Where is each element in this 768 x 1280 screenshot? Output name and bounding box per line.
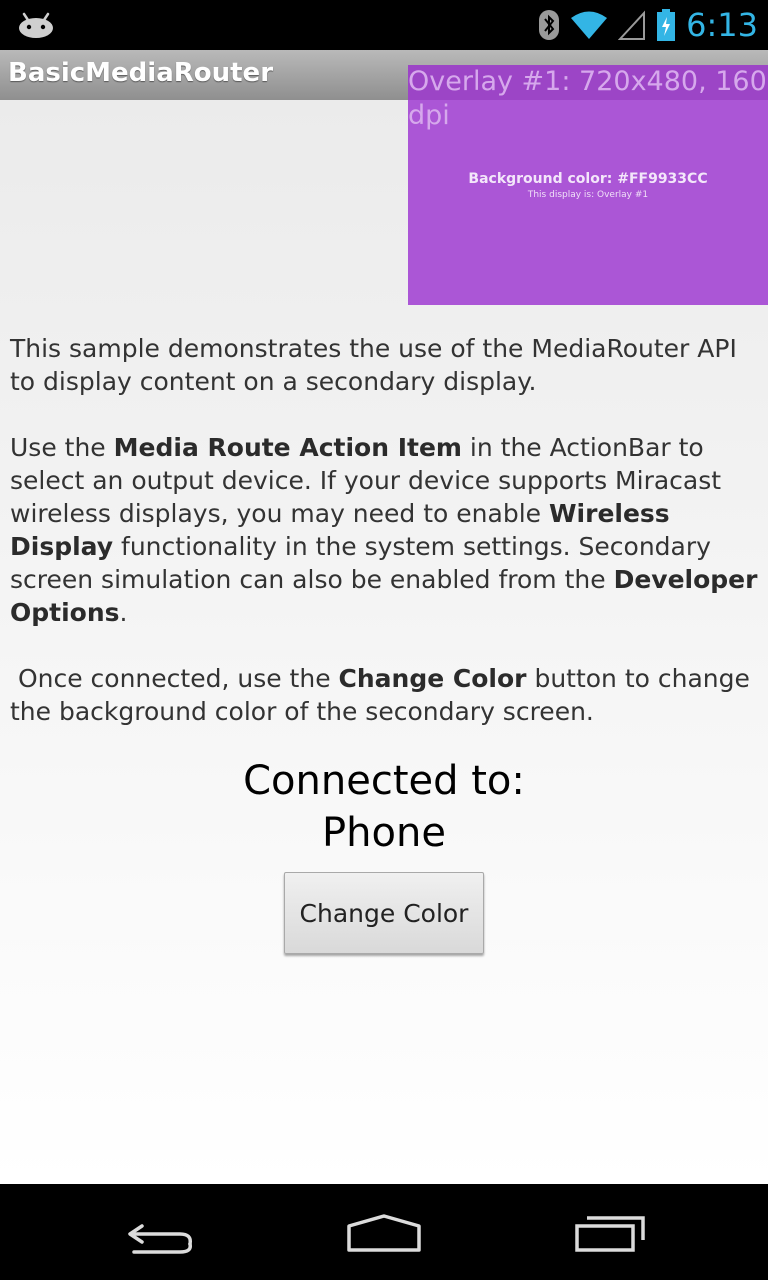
overlay-background-text: Background color: #FF9933CC [468, 171, 708, 187]
overlay-display-text: This display is: Overlay #1 [527, 190, 649, 200]
android-notification-icon [19, 12, 53, 38]
navigation-bar [0, 1184, 768, 1280]
clock: 6:13 [686, 6, 758, 44]
battery-charging-icon [657, 9, 676, 41]
description-paragraph-2: Use the Media Route Action Item in the A… [10, 431, 762, 629]
recents-icon[interactable] [565, 1204, 655, 1260]
description: This sample demonstrates the use of the … [10, 332, 762, 761]
status-bar: 6:13 [0, 0, 768, 50]
description-text: functionality in the system settings. Se… [10, 532, 711, 594]
connected-label: Connected to: [243, 758, 525, 804]
bluetooth-icon [539, 10, 560, 40]
back-icon[interactable] [114, 1204, 204, 1260]
description-text: . [119, 598, 128, 627]
status-icons: 6:13 [538, 0, 758, 50]
description-paragraph-1: This sample demonstrates the use of the … [10, 332, 762, 398]
connected-device: Phone [322, 810, 446, 856]
overlay-display: Overlay #1: 720x480, 160 dpi Background … [408, 65, 768, 305]
app-title: BasicMediaRouter [8, 58, 274, 88]
overlay-header: Overlay #1: 720x480, 160 dpi [408, 66, 767, 131]
description-text: This sample demonstrates the use of the … [10, 334, 737, 396]
description-text: Use the [10, 433, 114, 462]
description-paragraph-3: Once connected, use the Change Color but… [10, 662, 762, 728]
connection-status: Connected to: Phone [0, 755, 768, 859]
bold-term: Media Route Action Item [113, 433, 462, 462]
bold-term: Change Color [338, 664, 527, 693]
description-text: Once connected, use the [10, 664, 339, 693]
cell-signal-icon [618, 10, 646, 40]
home-icon[interactable] [339, 1204, 429, 1260]
wifi-icon [571, 11, 608, 39]
change-color-button[interactable]: Change Color [284, 872, 484, 954]
